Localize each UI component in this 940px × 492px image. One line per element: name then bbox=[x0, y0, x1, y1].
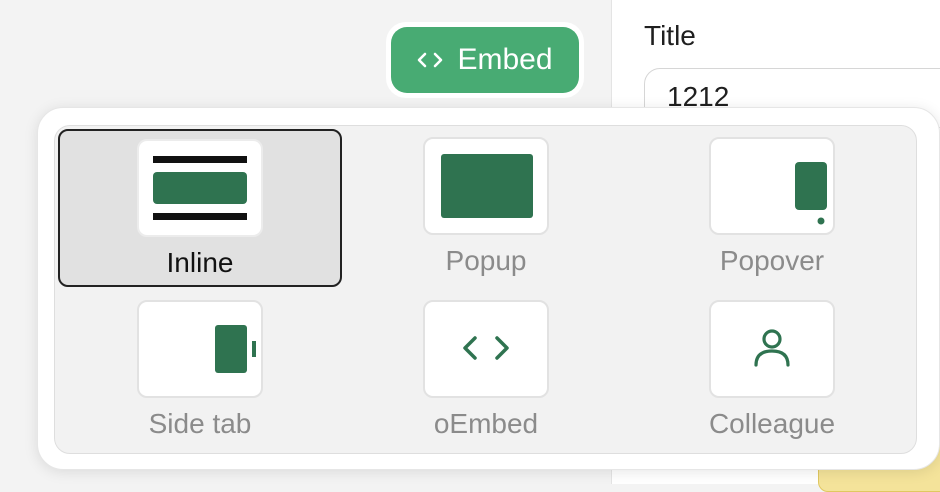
embed-option-tile bbox=[137, 300, 263, 398]
embed-option-inline[interactable]: Inline bbox=[58, 129, 342, 287]
embed-option-tile bbox=[423, 300, 549, 398]
embed-option-colleague[interactable]: Colleague bbox=[630, 292, 914, 450]
embed-option-oembed[interactable]: oEmbed bbox=[344, 292, 628, 450]
embed-option-tile bbox=[709, 300, 835, 398]
embed-option-popup[interactable]: Popup bbox=[344, 129, 628, 287]
user-icon bbox=[754, 329, 790, 367]
embed-options-grid: Inline Popup Popover Side tab oEmbed Col… bbox=[54, 125, 917, 454]
embed-button-label: Embed bbox=[457, 43, 553, 76]
embed-option-label: Colleague bbox=[708, 408, 836, 439]
side-tab-embed-icon bbox=[215, 325, 256, 373]
embed-option-label: Side tab bbox=[148, 408, 252, 439]
embed-button[interactable]: Embed bbox=[391, 27, 579, 93]
popup-embed-icon bbox=[441, 154, 533, 218]
popover-embed-icon bbox=[795, 162, 827, 225]
embed-option-label: Popover bbox=[719, 245, 825, 276]
code-icon bbox=[463, 336, 509, 360]
embed-option-tile bbox=[709, 137, 835, 235]
embed-option-tile bbox=[137, 139, 263, 237]
embed-option-tile bbox=[423, 137, 549, 235]
embed-option-label: Inline bbox=[166, 247, 234, 278]
title-field-label: Title bbox=[644, 20, 696, 51]
embed-button-wrapper: Embed bbox=[386, 22, 584, 98]
embed-option-popover[interactable]: Popover bbox=[630, 129, 914, 287]
embed-type-popover: Inline Popup Popover Side tab oEmbed Col… bbox=[37, 107, 940, 470]
inline-embed-icon bbox=[153, 156, 247, 220]
embed-option-label: oEmbed bbox=[433, 408, 539, 439]
embed-option-side-tab[interactable]: Side tab bbox=[58, 292, 342, 450]
embed-option-label: Popup bbox=[445, 245, 527, 276]
code-icon bbox=[418, 52, 443, 68]
